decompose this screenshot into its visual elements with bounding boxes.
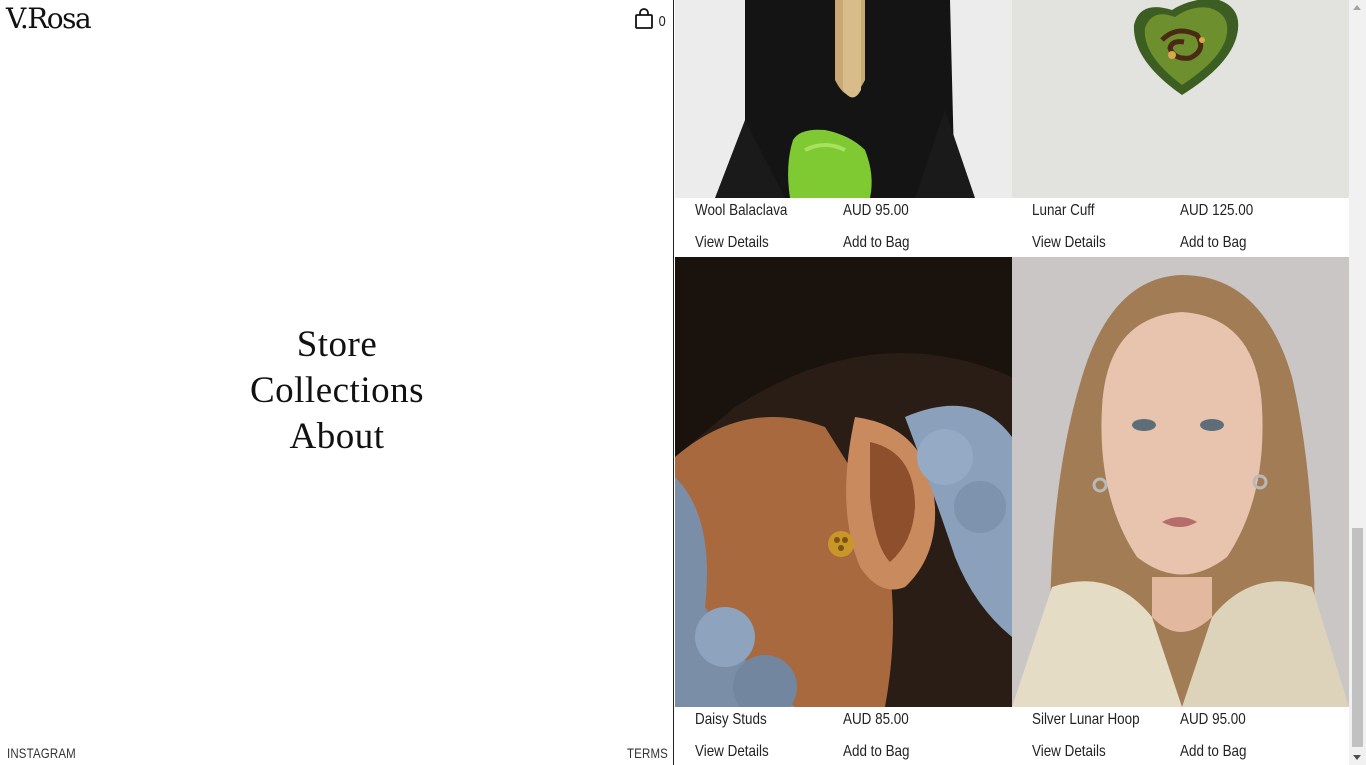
logo[interactable]: V.Rosa bbox=[6, 2, 92, 35]
main-menu: Store Collections About bbox=[0, 322, 674, 460]
scrollbar[interactable] bbox=[1349, 0, 1366, 765]
menu-item-store[interactable]: Store bbox=[0, 322, 674, 368]
product-price: AUD 95.00 bbox=[843, 202, 909, 219]
product-info: Silver Lunar Hoop AUD 95.00 View Details… bbox=[1012, 707, 1349, 765]
product-card: Lunar Cuff AUD 125.00 View Details Add t… bbox=[1012, 0, 1349, 257]
view-details-link[interactable]: View Details bbox=[1032, 234, 1106, 252]
product-info: Daisy Studs AUD 85.00 View Details Add t… bbox=[675, 707, 1012, 765]
product-grid: Wool Balaclava AUD 95.00 View Details Ad… bbox=[675, 0, 1349, 765]
product-price: AUD 125.00 bbox=[1180, 202, 1254, 219]
product-name: Daisy Studs bbox=[695, 711, 767, 728]
product-card: Wool Balaclava AUD 95.00 View Details Ad… bbox=[675, 0, 1012, 257]
add-to-bag-button[interactable]: Add to Bag bbox=[1180, 234, 1247, 252]
product-name: Lunar Cuff bbox=[1032, 202, 1095, 219]
scrollbar-thumb[interactable] bbox=[1352, 528, 1363, 747]
product-image[interactable] bbox=[1012, 257, 1349, 707]
terms-link[interactable]: TERMS bbox=[627, 745, 668, 761]
product-image[interactable] bbox=[1012, 0, 1349, 198]
left-panel: V.Rosa 0 Store Collections About INSTAGR… bbox=[0, 0, 674, 765]
product-card: Silver Lunar Hoop AUD 95.00 View Details… bbox=[1012, 257, 1349, 765]
product-image[interactable] bbox=[675, 0, 1012, 198]
product-name: Wool Balaclava bbox=[695, 202, 788, 219]
add-to-bag-button[interactable]: Add to Bag bbox=[1180, 743, 1247, 761]
product-image[interactable] bbox=[675, 257, 1012, 707]
product-info: Wool Balaclava AUD 95.00 View Details Ad… bbox=[675, 198, 1012, 257]
product-name: Silver Lunar Hoop bbox=[1032, 711, 1140, 728]
product-price: AUD 95.00 bbox=[1180, 711, 1246, 728]
cart-count: 0 bbox=[658, 13, 666, 30]
scroll-down-arrow-icon[interactable] bbox=[1353, 755, 1361, 760]
scroll-up-arrow-icon[interactable] bbox=[1353, 5, 1361, 10]
menu-item-about[interactable]: About bbox=[0, 414, 674, 460]
add-to-bag-button[interactable]: Add to Bag bbox=[843, 234, 910, 252]
shopping-bag-icon bbox=[634, 8, 654, 35]
view-details-link[interactable]: View Details bbox=[695, 743, 769, 761]
view-details-link[interactable]: View Details bbox=[1032, 743, 1106, 761]
instagram-link[interactable]: INSTAGRAM bbox=[7, 745, 76, 761]
product-card: Daisy Studs AUD 85.00 View Details Add t… bbox=[675, 257, 1012, 765]
add-to-bag-button[interactable]: Add to Bag bbox=[843, 743, 910, 761]
view-details-link[interactable]: View Details bbox=[695, 234, 769, 252]
product-info: Lunar Cuff AUD 125.00 View Details Add t… bbox=[1012, 198, 1349, 257]
product-price: AUD 85.00 bbox=[843, 711, 909, 728]
cart-button[interactable]: 0 bbox=[634, 8, 666, 35]
menu-item-collections[interactable]: Collections bbox=[0, 368, 674, 414]
